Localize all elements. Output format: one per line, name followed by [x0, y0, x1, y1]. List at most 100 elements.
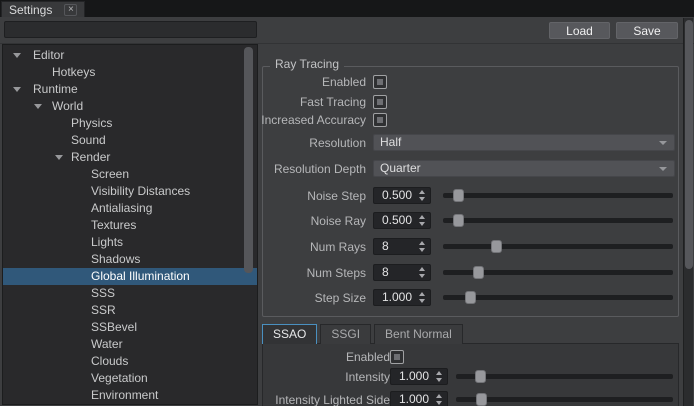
slider-thumb[interactable] — [473, 266, 484, 279]
field-label: Enabled — [322, 73, 366, 91]
intensity-lighted-side-spinbox[interactable]: 1.000 — [390, 391, 448, 406]
slider-thumb[interactable] — [476, 393, 487, 406]
noise-ray-row: Noise Ray 0.500 — [262, 212, 683, 230]
settings-tree: Editor Hotkeys Runtime World Physics Sou… — [2, 44, 258, 405]
tree-item-runtime[interactable]: Runtime — [3, 81, 257, 98]
ray-tracing-group-title: Ray Tracing — [270, 57, 344, 71]
content-scrollbar[interactable] — [683, 18, 693, 406]
num-rays-slider[interactable] — [443, 238, 673, 255]
noise-ray-spinbox[interactable]: 0.500 — [373, 212, 431, 229]
spinner-arrows-icon[interactable] — [416, 213, 428, 228]
tree-item-editor[interactable]: Editor — [3, 47, 257, 64]
tree-item-clouds[interactable]: Clouds — [3, 353, 257, 370]
num-steps-slider[interactable] — [443, 264, 673, 281]
field-label: Noise Step — [307, 187, 366, 205]
step-size-row: Step Size 1.000 — [262, 289, 683, 307]
tree-item-vegetation[interactable]: Vegetation — [3, 370, 257, 387]
effects-tabs: SSAO SSGI Bent Normal — [262, 324, 466, 344]
slider-thumb[interactable] — [475, 370, 486, 383]
step-size-spinbox[interactable]: 1.000 — [373, 289, 431, 306]
tab-settings-label: Settings — [9, 3, 52, 17]
slider-thumb[interactable] — [465, 291, 476, 304]
noise-step-slider[interactable] — [443, 187, 673, 204]
save-button[interactable]: Save — [616, 22, 678, 39]
noise-step-row: Noise Step 0.500 — [262, 187, 683, 205]
spinner-arrows-icon[interactable] — [416, 290, 428, 305]
num-rays-spinbox[interactable]: 8 — [373, 238, 431, 255]
step-size-slider[interactable] — [443, 289, 673, 306]
tree-item-global-illumination[interactable]: Global Illumination — [3, 268, 257, 285]
tab-ssgi[interactable]: SSGI — [320, 324, 371, 344]
chevron-down-icon — [659, 141, 667, 145]
spinner-arrows-icon[interactable] — [416, 188, 428, 203]
tree-item-physics[interactable]: Physics — [3, 115, 257, 132]
noise-step-spinbox[interactable]: 0.500 — [373, 187, 431, 204]
tree-item-environment[interactable]: Environment — [3, 387, 257, 404]
tree-item-shadows[interactable]: Shadows — [3, 251, 257, 268]
tree-item-water[interactable]: Water — [3, 336, 257, 353]
num-steps-row: Num Steps 8 — [262, 264, 683, 282]
num-steps-spinbox[interactable]: 8 — [373, 264, 431, 281]
increased-accuracy-row: Increased Accuracy — [262, 111, 683, 129]
tab-ssao[interactable]: SSAO — [262, 324, 317, 344]
load-button[interactable]: Load — [549, 22, 610, 39]
expander-arrow-icon[interactable] — [13, 53, 21, 58]
field-label: Intensity — [345, 368, 390, 386]
expander-arrow-icon[interactable] — [13, 87, 21, 92]
resolution-dropdown[interactable]: Half — [373, 134, 675, 151]
intensity-row: Intensity 1.000 — [262, 368, 683, 386]
tab-bent-normal[interactable]: Bent Normal — [374, 324, 463, 344]
spinner-arrows-icon[interactable] — [416, 265, 428, 280]
fast-tracing-row: Fast Tracing — [262, 93, 683, 111]
tree-item-textures[interactable]: Textures — [3, 217, 257, 234]
tab-settings[interactable]: Settings × — [1, 1, 85, 17]
settings-window: Settings × Load Save Editor Hotkeys Runt… — [0, 0, 694, 406]
field-label: Intensity Lighted Side — [275, 391, 390, 406]
enabled-checkbox[interactable] — [373, 75, 387, 89]
enabled-row: Enabled — [262, 73, 683, 91]
fast-tracing-checkbox[interactable] — [373, 95, 387, 109]
field-label: Noise Ray — [311, 212, 366, 230]
intensity-lighted-side-slider[interactable] — [456, 391, 673, 406]
field-label: Enabled — [346, 348, 390, 366]
spinner-arrows-icon[interactable] — [433, 392, 445, 406]
resolution-row: Resolution Half — [262, 134, 683, 152]
intensity-slider[interactable] — [456, 368, 673, 385]
settings-filter-input[interactable] — [4, 21, 257, 38]
tree-item-ssbevel[interactable]: SSBevel — [3, 319, 257, 336]
field-label: Step Size — [315, 289, 366, 307]
noise-ray-slider[interactable] — [443, 212, 673, 229]
num-rays-row: Num Rays 8 — [262, 238, 683, 256]
tree-item-screen[interactable]: Screen — [3, 166, 257, 183]
tree-item-lights[interactable]: Lights — [3, 234, 257, 251]
tree-item-render[interactable]: Render — [3, 149, 257, 166]
intensity-spinbox[interactable]: 1.000 — [390, 368, 448, 385]
tree-item-ssr[interactable]: SSR — [3, 302, 257, 319]
tree-item-antialiasing[interactable]: Antialiasing — [3, 200, 257, 217]
increased-accuracy-checkbox[interactable] — [373, 113, 387, 127]
slider-thumb[interactable] — [491, 240, 502, 253]
close-icon[interactable]: × — [64, 4, 77, 16]
field-label: Num Steps — [307, 264, 366, 282]
spinner-arrows-icon[interactable] — [433, 369, 445, 384]
field-label: Num Rays — [310, 238, 366, 256]
tree-item-sss[interactable]: SSS — [3, 285, 257, 302]
tree-item-sound[interactable]: Sound — [3, 132, 257, 149]
expander-arrow-icon[interactable] — [34, 104, 42, 109]
slider-thumb[interactable] — [453, 189, 464, 202]
spinner-arrows-icon[interactable] — [416, 239, 428, 254]
expander-arrow-icon[interactable] — [55, 155, 63, 160]
field-label: Resolution — [309, 134, 366, 152]
ssao-enabled-row: Enabled — [262, 348, 683, 366]
ssao-enabled-checkbox[interactable] — [390, 350, 404, 364]
field-label: Resolution Depth — [274, 160, 366, 178]
tree-item-world[interactable]: World — [3, 98, 257, 115]
scrollbar-thumb[interactable] — [685, 20, 693, 269]
field-label: Increased Accuracy — [262, 111, 366, 129]
resolution-depth-dropdown[interactable]: Quarter — [373, 160, 675, 177]
tree-item-hotkeys[interactable]: Hotkeys — [3, 64, 257, 81]
tree-item-visibility-distances[interactable]: Visibility Distances — [3, 183, 257, 200]
slider-thumb[interactable] — [453, 214, 464, 227]
tree-scrollbar[interactable] — [244, 47, 253, 273]
field-label: Fast Tracing — [300, 93, 366, 111]
